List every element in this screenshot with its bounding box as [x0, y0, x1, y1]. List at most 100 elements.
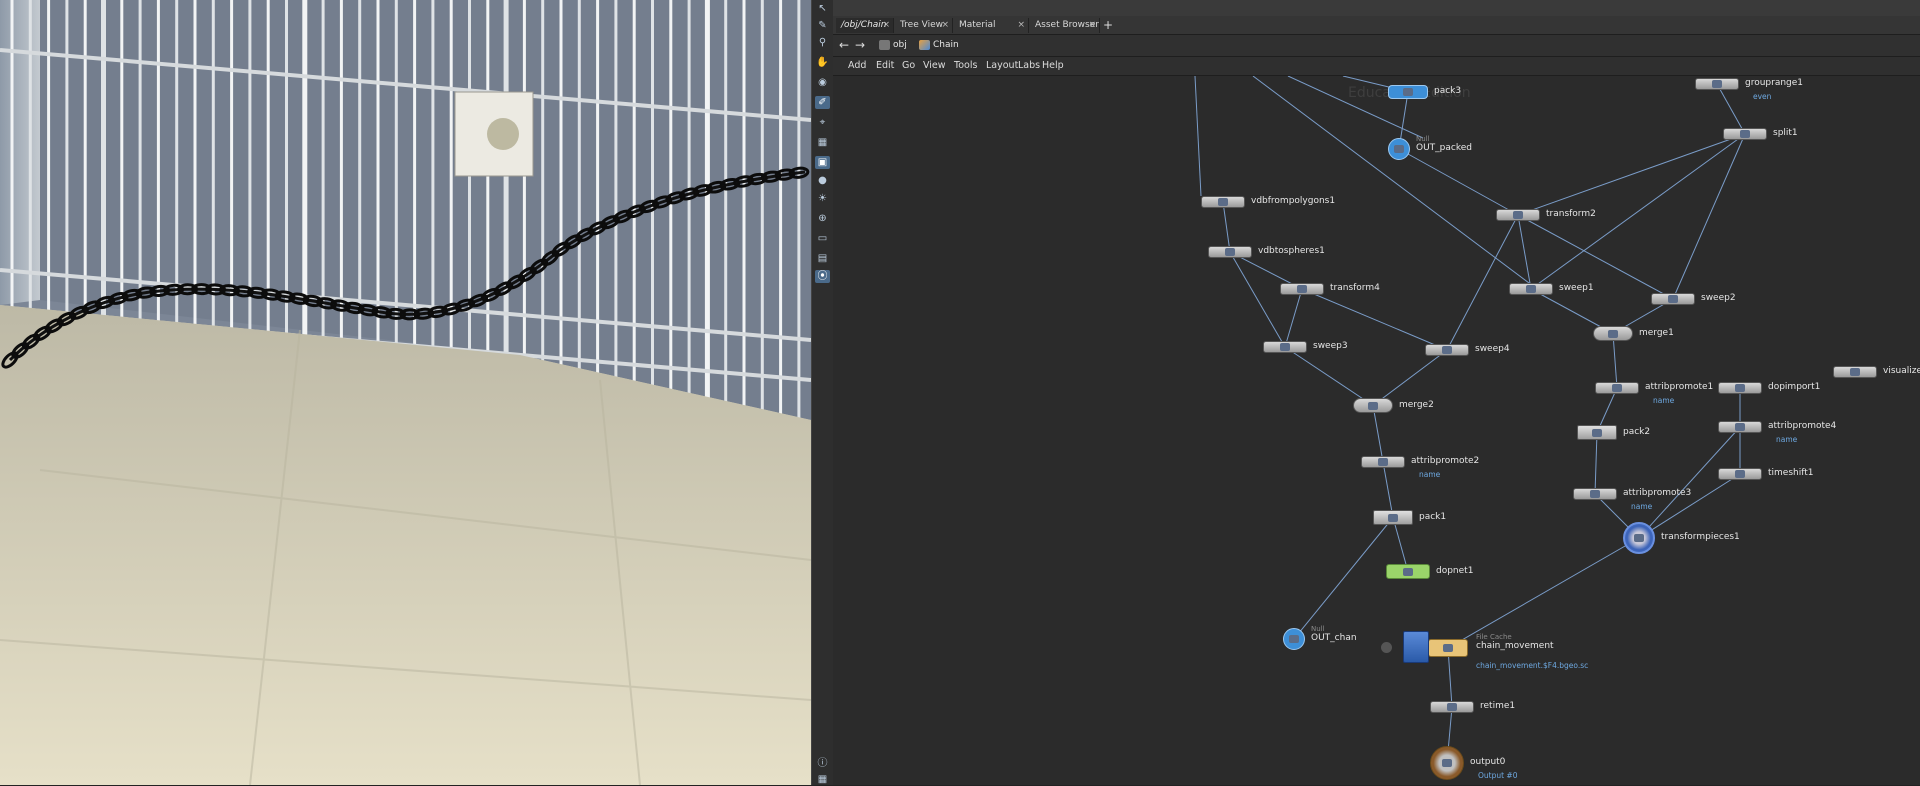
arrow-select-icon[interactable]: ↖ [815, 2, 830, 15]
node-dopnet1[interactable] [1386, 564, 1430, 579]
node-out-chan[interactable] [1283, 628, 1305, 650]
node-name-label[interactable]: pack1 [1419, 512, 1446, 522]
node-transform2[interactable] [1496, 209, 1540, 221]
menu-edit[interactable]: Edit [876, 57, 894, 75]
layout-icon[interactable]: ▦ [815, 773, 830, 786]
node-output0[interactable] [1430, 746, 1464, 780]
tab-obj-chain[interactable]: /obj/Chain × [836, 18, 894, 33]
node-graph-canvas[interactable]: Education Edition pack3 Null OUT_packed gro… [833, 76, 1920, 785]
menu-go[interactable]: Go [902, 57, 915, 75]
breadcrumb-obj[interactable]: obj [877, 38, 907, 53]
tab-material-palette[interactable]: Material Palette× [954, 18, 1029, 45]
node-visualize1[interactable] [1833, 366, 1877, 378]
node-name-label[interactable]: attribpromote2 [1411, 456, 1479, 466]
menu-tools[interactable]: Tools [954, 57, 977, 75]
node-pack1[interactable] [1373, 510, 1413, 525]
menu-add[interactable]: Add [848, 57, 866, 75]
node-type-icon [1443, 644, 1453, 652]
node-out-packed[interactable] [1388, 138, 1410, 160]
hand-icon[interactable]: ✋ [815, 56, 830, 69]
tab-tree-view[interactable]: Tree View × [895, 18, 953, 33]
close-icon[interactable]: × [1017, 18, 1025, 33]
node-name-label[interactable]: transformpieces1 [1661, 532, 1740, 542]
node-name-label[interactable]: retime1 [1480, 701, 1515, 711]
node-transformpieces1[interactable] [1623, 522, 1655, 554]
node-vdbfrompolygons1[interactable] [1201, 196, 1245, 208]
node-merge2[interactable] [1353, 398, 1393, 413]
node-name-label[interactable]: transform4 [1330, 283, 1380, 293]
node-attribpromote2[interactable] [1361, 456, 1405, 468]
node-name-label[interactable]: OUT_chan [1311, 633, 1357, 643]
node-sweep2[interactable] [1651, 293, 1695, 305]
node-name-label[interactable]: chain_movement [1476, 641, 1554, 651]
node-sweep1[interactable] [1509, 283, 1553, 295]
sphere-icon[interactable]: ● [815, 174, 830, 187]
node-name-label[interactable]: dopimport1 [1768, 382, 1820, 392]
collapse-icon[interactable] [1381, 642, 1392, 653]
node-name-label[interactable]: pack2 [1623, 427, 1650, 437]
lights-icon[interactable]: ☀ [815, 192, 830, 205]
node-timeshift1[interactable] [1718, 468, 1762, 480]
menu-layout[interactable]: Layout [986, 57, 1018, 75]
add-tab-button[interactable]: + [1103, 18, 1113, 33]
pen-icon[interactable]: ✐ [815, 96, 830, 109]
node-attribpromote1[interactable] [1595, 382, 1639, 394]
back-arrow-icon[interactable]: ← [837, 38, 851, 52]
node-name-label[interactable]: timeshift1 [1768, 468, 1814, 478]
node-dopimport1[interactable] [1718, 382, 1762, 394]
node-name-label[interactable]: sweep2 [1701, 293, 1736, 303]
node-transform4[interactable] [1280, 283, 1324, 295]
ruler-icon[interactable]: ▭ [815, 232, 830, 245]
node-grouprange1[interactable] [1695, 78, 1739, 90]
node-name-label[interactable]: grouprange1 [1745, 78, 1803, 88]
node-retime1[interactable] [1430, 701, 1474, 713]
node-attribpromote4[interactable] [1718, 421, 1762, 433]
close-icon[interactable]: × [882, 18, 890, 33]
node-name-label[interactable]: pack3 [1434, 86, 1461, 96]
menu-view[interactable]: View [923, 57, 946, 75]
node-merge1[interactable] [1593, 326, 1633, 341]
node-name-label[interactable]: merge1 [1639, 328, 1674, 338]
forward-arrow-icon[interactable]: → [853, 38, 867, 52]
node-pack2[interactable] [1577, 425, 1617, 440]
node-name-label[interactable]: attribpromote4 [1768, 421, 1836, 431]
node-name-label[interactable]: OUT_packed [1416, 143, 1472, 153]
close-icon[interactable]: × [1088, 18, 1096, 33]
grid-icon[interactable]: ▦ [815, 136, 830, 149]
node-name-label[interactable]: sweep4 [1475, 344, 1510, 354]
info-icon[interactable]: ⓘ [815, 757, 830, 770]
scene-viewport[interactable] [0, 0, 811, 785]
node-attribpromote3[interactable] [1573, 488, 1617, 500]
node-name-label[interactable]: sweep3 [1313, 341, 1348, 351]
measure-icon[interactable]: ⊕ [815, 212, 830, 225]
node-name-label[interactable]: dopnet1 [1436, 566, 1473, 576]
node-split1[interactable] [1723, 128, 1767, 140]
node-pack3[interactable] [1388, 85, 1428, 99]
node-name-label[interactable]: attribpromote3 [1623, 488, 1691, 498]
node-name-label[interactable]: sweep1 [1559, 283, 1594, 293]
view-icon[interactable]: ◉ [815, 76, 830, 89]
menu-help[interactable]: Help [1042, 57, 1064, 75]
menu-labs[interactable]: Labs [1018, 57, 1040, 75]
node-name-label[interactable]: visualize1 [1883, 366, 1920, 376]
node-chain-movement[interactable] [1428, 639, 1468, 657]
box-icon[interactable]: ▣ [815, 156, 830, 169]
node-name-label[interactable]: merge2 [1399, 400, 1434, 410]
node-sweep4[interactable] [1425, 344, 1469, 356]
node-name-label[interactable]: output0 [1470, 757, 1505, 767]
tab-asset-browser[interactable]: Asset Browser × [1030, 18, 1100, 33]
node-sweep3[interactable] [1263, 341, 1307, 353]
node-vdbtospheres1[interactable] [1208, 246, 1252, 258]
breadcrumb-chain[interactable]: Chain [917, 38, 959, 53]
node-name-label[interactable]: split1 [1773, 128, 1798, 138]
pin-icon[interactable]: ⦿ [815, 270, 830, 283]
node-name-label[interactable]: vdbtospheres1 [1258, 246, 1325, 256]
snap-icon[interactable]: ⌖ [815, 116, 830, 129]
node-name-label[interactable]: attribpromote1 [1645, 382, 1713, 392]
close-icon[interactable]: × [941, 18, 949, 33]
display-icon[interactable]: ▤ [815, 252, 830, 265]
camera-icon[interactable]: ⚲ [815, 36, 830, 49]
node-name-label[interactable]: vdbfrompolygons1 [1251, 196, 1335, 206]
node-name-label[interactable]: transform2 [1546, 209, 1596, 219]
brush-icon[interactable]: ✎ [815, 19, 830, 32]
